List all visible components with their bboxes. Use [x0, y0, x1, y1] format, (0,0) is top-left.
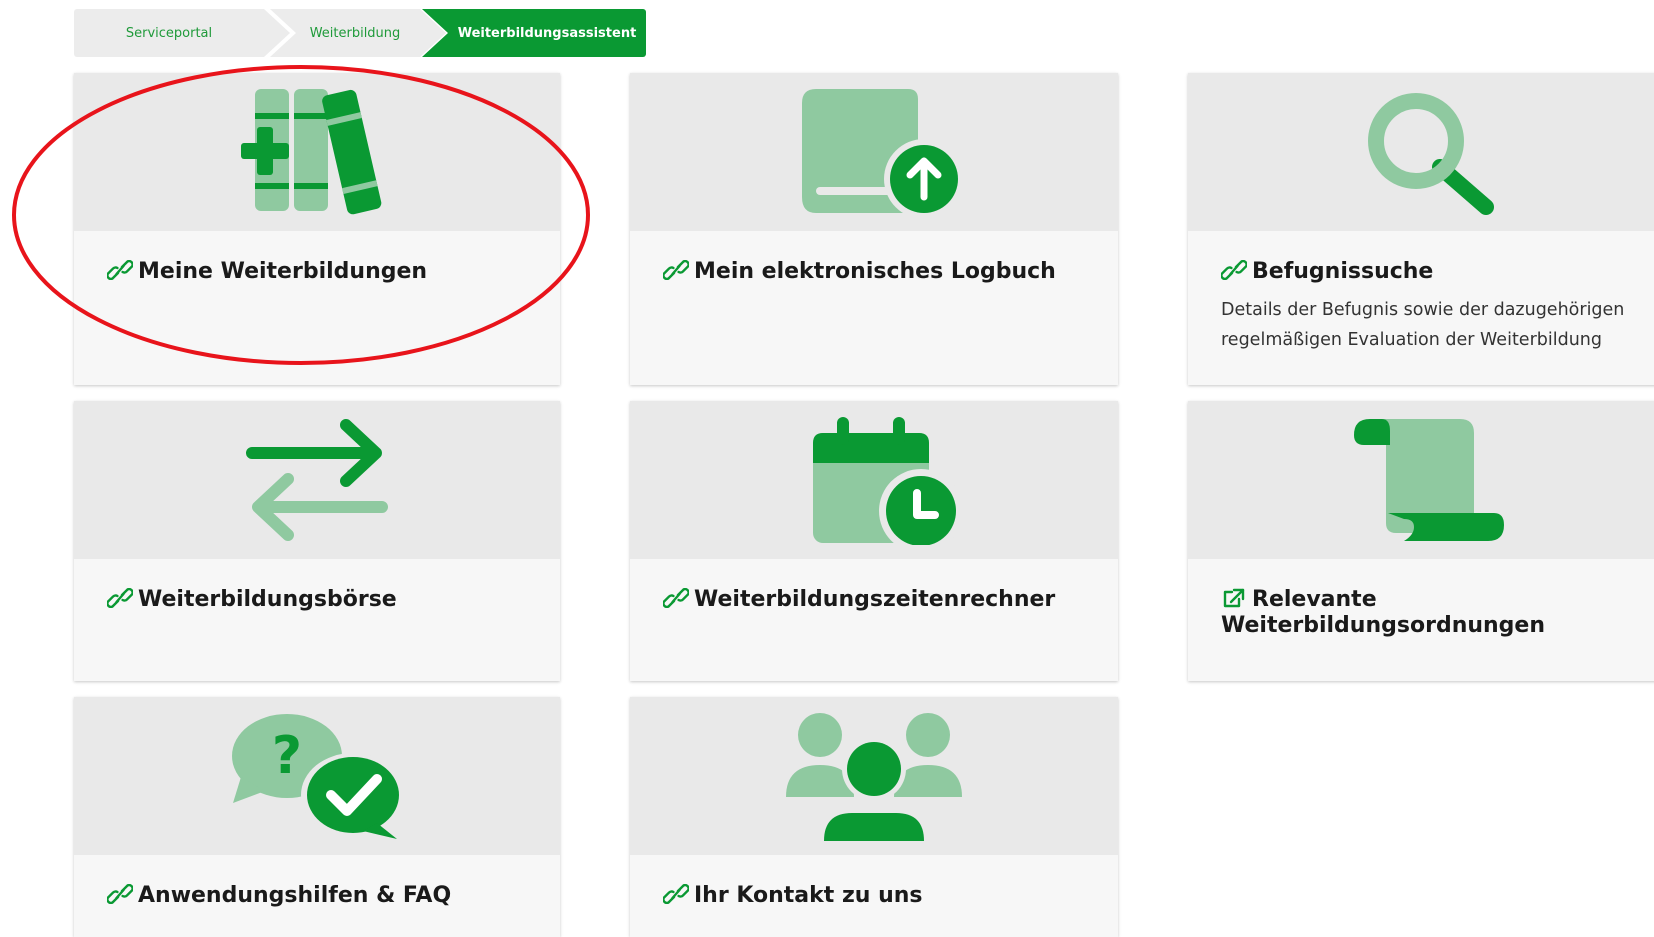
tile-title-text: Relevante Weiterbildungsordnungen: [1221, 587, 1546, 638]
breadcrumb-weiterbildung[interactable]: Weiterbildung: [270, 9, 446, 57]
tile-mein-elektronisches-logbuch[interactable]: Mein elektronisches Logbuch: [630, 73, 1118, 385]
tile-header: [1188, 401, 1654, 559]
tile-header: [74, 73, 560, 231]
tile-title[interactable]: Anwendungshilfen & FAQ: [107, 883, 540, 909]
exchange-arrows-icon: [246, 419, 388, 541]
tile-header: ?: [74, 697, 560, 855]
magnifier-icon: [1368, 93, 1494, 215]
tile-header: [1188, 73, 1654, 231]
tile-title-text: Anwendungshilfen & FAQ: [138, 883, 452, 908]
tile-title[interactable]: Befugnissuche: [1221, 259, 1648, 285]
tile-weiterbildungszeitenrechner[interactable]: Weiterbildungszeitenrechner: [630, 401, 1118, 681]
people-group-icon: [786, 713, 962, 841]
tile-befugnissuche[interactable]: Befugnissuche Details der Befugnis sowie…: [1188, 73, 1654, 385]
tile-title-text: Weiterbildungszeitenrechner: [694, 587, 1056, 612]
tile-relevante-weiterbildungsordnungen[interactable]: Relevante Weiterbildungsordnungen: [1188, 401, 1654, 681]
svg-text:?: ?: [272, 726, 302, 786]
book-upload-icon: [802, 89, 964, 217]
breadcrumb-serviceportal[interactable]: Serviceportal: [74, 9, 290, 57]
link-icon: [107, 884, 133, 904]
tile-ihr-kontakt-zu-uns[interactable]: Ihr Kontakt zu uns: [630, 697, 1118, 937]
external-link-icon: [1221, 588, 1247, 608]
tile-weiterbildungsboerse[interactable]: Weiterbildungsbörse: [74, 401, 560, 681]
link-icon: [663, 588, 689, 608]
tile-title-text: Befugnissuche: [1252, 259, 1434, 284]
link-icon: [1221, 260, 1247, 280]
tile-title-text: Weiterbildungsbörse: [138, 587, 397, 612]
calendar-clock-icon: [813, 417, 959, 545]
tile-title[interactable]: Ihr Kontakt zu uns: [663, 883, 1098, 909]
link-icon: [107, 260, 133, 280]
tile-description: Details der Befugnis sowie der dazugehör…: [1221, 300, 1625, 350]
tile-title-text: Ihr Kontakt zu uns: [694, 883, 923, 908]
tile-title-text: Mein elektronisches Logbuch: [694, 259, 1056, 284]
breadcrumb-weiterbildungsassistent: Weiterbildungsassistent: [422, 9, 646, 57]
link-icon: [107, 588, 133, 608]
tile-title[interactable]: Mein elektronisches Logbuch: [663, 259, 1098, 285]
books-plus-icon: [241, 89, 382, 215]
tile-header: [630, 401, 1118, 559]
tile-title[interactable]: Weiterbildungsbörse: [107, 587, 540, 613]
chat-question-check-icon: ?: [232, 714, 405, 839]
breadcrumb: Serviceportal Weiterbildung Weiterbildun…: [74, 9, 646, 57]
tile-meine-weiterbildungen[interactable]: Meine Weiterbildungen: [74, 73, 560, 385]
link-icon: [663, 260, 689, 280]
tile-title[interactable]: Weiterbildungszeitenrechner: [663, 587, 1098, 613]
scroll-icon: [1354, 419, 1504, 541]
tile-header: [630, 73, 1118, 231]
tile-header: [630, 697, 1118, 855]
tile-title[interactable]: Meine Weiterbildungen: [107, 259, 540, 285]
tile-anwendungshilfen-faq[interactable]: ? Anwendungshilfen & FAQ: [74, 697, 560, 937]
link-icon: [663, 884, 689, 904]
tile-title-text: Meine Weiterbildungen: [138, 259, 428, 284]
tile-header: [74, 401, 560, 559]
tile-title[interactable]: Relevante Weiterbildungsordnungen: [1221, 587, 1648, 639]
